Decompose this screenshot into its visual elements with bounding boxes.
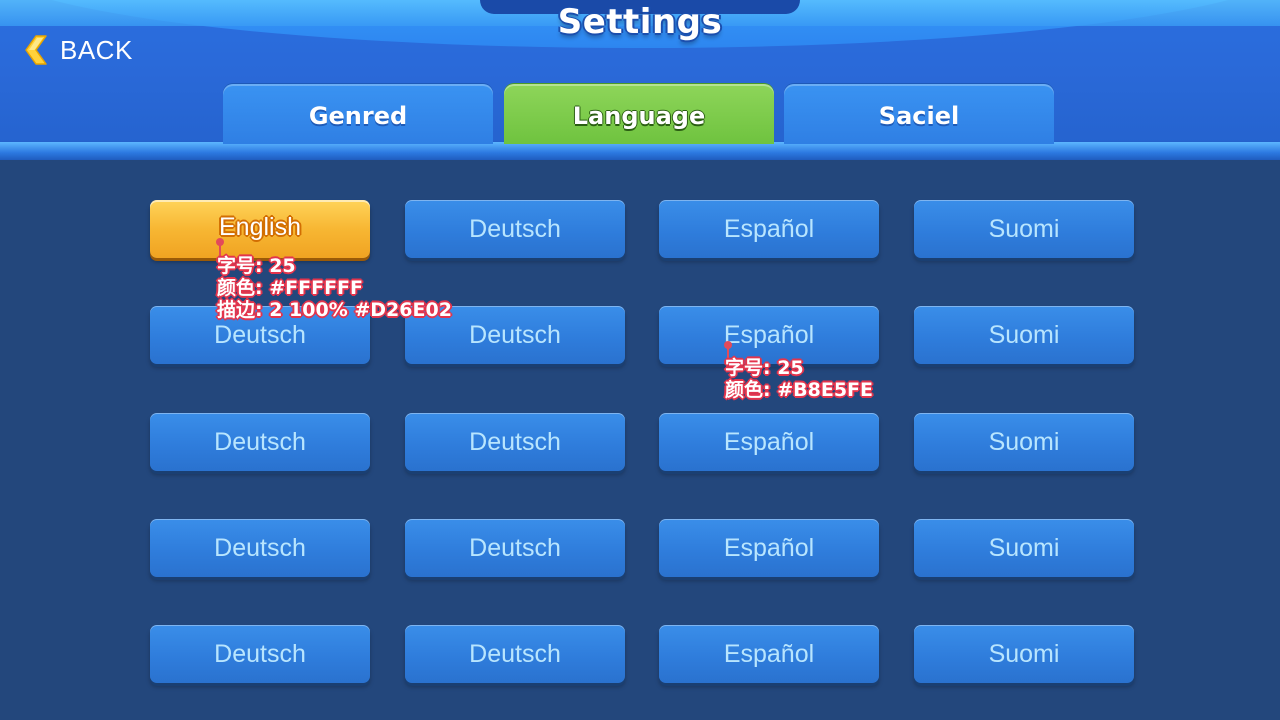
language-option-espanol[interactable]: Español [659,625,879,683]
tab-label: Language [572,102,706,130]
language-label: Suomi [988,639,1060,668]
language-label: Deutsch [469,533,561,562]
language-label: Suomi [988,427,1060,456]
language-option-suomi[interactable]: Suomi [914,413,1134,471]
tab-label: Saciel [878,102,960,130]
annotation-line: 颜色: #B8E5FE [725,379,873,401]
language-option-deutsch[interactable]: Deutsch [405,200,625,258]
language-option-suomi[interactable]: Suomi [914,519,1134,577]
tab-language[interactable]: Language [504,84,774,144]
language-label: Deutsch [469,639,561,668]
language-option-english[interactable]: English [150,200,370,258]
language-label: English [219,212,301,241]
annotation-line: 描边: 2 100% #D26E02 [217,299,452,321]
tab-genred[interactable]: Genred [223,84,493,144]
language-label: Deutsch [214,427,306,456]
language-label: Suomi [988,214,1060,243]
settings-screen: Settings BACK Genred Language Saciel Eng… [0,0,1280,720]
back-button[interactable]: BACK [22,30,152,70]
language-option-suomi[interactable]: Suomi [914,306,1134,364]
language-option-deutsch[interactable]: Deutsch [405,413,625,471]
language-label: Deutsch [214,320,306,349]
language-label: Deutsch [469,320,561,349]
language-option-suomi[interactable]: Suomi [914,625,1134,683]
language-label: Suomi [988,320,1060,349]
language-option-espanol[interactable]: Español [659,519,879,577]
tab-saciel[interactable]: Saciel [784,84,1054,144]
language-option-deutsch[interactable]: Deutsch [405,519,625,577]
language-option-deutsch[interactable]: Deutsch [150,625,370,683]
language-label: Deutsch [469,427,561,456]
chevron-left-icon [25,35,47,65]
language-label: Deutsch [469,214,561,243]
annotation-normal-style: 字号: 25 颜色: #B8E5FE [725,357,873,401]
language-label: Español [723,427,815,456]
language-option-suomi[interactable]: Suomi [914,200,1134,258]
language-label: Suomi [988,533,1060,562]
annotation-line: 颜色: #FFFFFF [217,277,364,299]
header-rim [0,142,1280,160]
back-label: BACK [60,34,133,65]
language-option-deutsch[interactable]: Deutsch [405,625,625,683]
language-label: Deutsch [214,639,306,668]
language-label: Deutsch [214,533,306,562]
language-option-espanol[interactable]: Español [659,306,879,364]
language-label: Español [723,639,815,668]
language-option-deutsch[interactable]: Deutsch [150,413,370,471]
annotation-line: 字号: 25 [217,255,296,277]
page-title: Settings [557,2,723,42]
language-label: Español [723,533,815,562]
annotation-selected-style: 字号: 25 颜色: #FFFFFF 描边: 2 100% #D26E02 [217,255,452,321]
annotation-line: 字号: 25 [725,357,804,379]
language-option-espanol[interactable]: Español [659,413,879,471]
language-label: Español [723,320,815,349]
language-option-deutsch[interactable]: Deutsch [150,519,370,577]
language-option-espanol[interactable]: Español [659,200,879,258]
tab-label: Genred [308,102,408,130]
language-label: Español [723,214,815,243]
